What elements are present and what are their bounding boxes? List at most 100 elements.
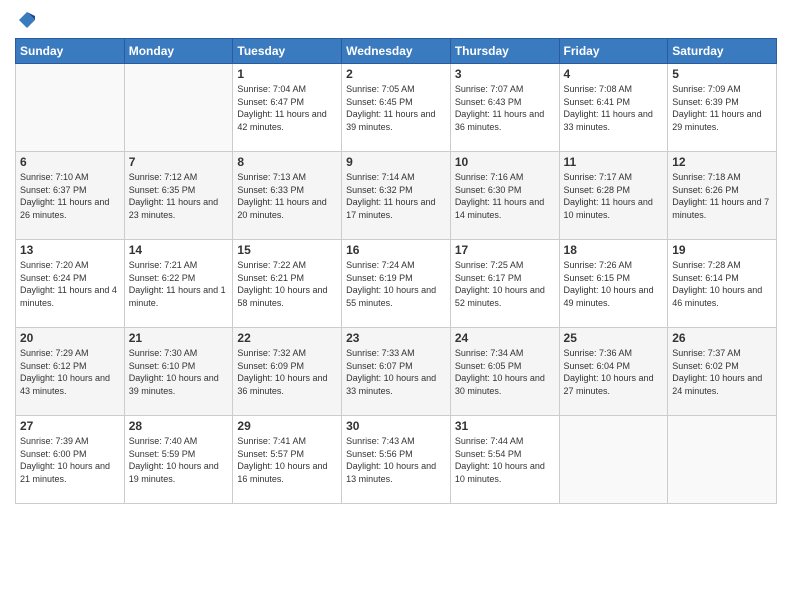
day-number: 13 [20,243,120,257]
calendar-cell [559,416,668,504]
day-number: 30 [346,419,446,433]
day-number: 29 [237,419,337,433]
day-info: Sunrise: 7:10 AM Sunset: 6:37 PM Dayligh… [20,171,120,221]
day-number: 28 [129,419,229,433]
day-info: Sunrise: 7:32 AM Sunset: 6:09 PM Dayligh… [237,347,337,397]
calendar-cell: 28 Sunrise: 7:40 AM Sunset: 5:59 PM Dayli… [124,416,233,504]
day-header-wednesday: Wednesday [342,39,451,64]
calendar-cell: 3 Sunrise: 7:07 AM Sunset: 6:43 PM Daylig… [450,64,559,152]
calendar-cell: 20Sunrise: 7:29 AM Sunset: 6:12 PM Dayli… [16,328,125,416]
calendar-cell: 4 Sunrise: 7:08 AM Sunset: 6:41 PM Daylig… [559,64,668,152]
calendar-cell [668,416,777,504]
day-number: 21 [129,331,229,345]
day-number: 18 [564,243,664,257]
week-row-3: 13 Sunrise: 7:20 AM Sunset: 6:24 PM Dayli… [16,240,777,328]
day-number: 11 [564,155,664,169]
day-number: 4 [564,67,664,81]
day-header-monday: Monday [124,39,233,64]
calendar-cell: 15Sunrise: 7:22 AM Sunset: 6:21 PM Dayli… [233,240,342,328]
calendar-cell: 1Sunrise: 7:04 AM Sunset: 6:47 PM Daylig… [233,64,342,152]
day-number: 3 [455,67,555,81]
calendar-cell: 6 Sunrise: 7:10 AM Sunset: 6:37 PM Daylig… [16,152,125,240]
calendar-cell: 9Sunrise: 7:14 AM Sunset: 6:32 PM Daylig… [342,152,451,240]
calendar-cell: 25 Sunrise: 7:36 AM Sunset: 6:04 PM Dayli… [559,328,668,416]
days-header-row: SundayMondayTuesdayWednesdayThursdayFrid… [16,39,777,64]
day-header-saturday: Saturday [668,39,777,64]
calendar-cell: 26Sunrise: 7:37 AM Sunset: 6:02 PM Dayli… [668,328,777,416]
day-info: Sunrise: 7:18 AM Sunset: 6:26 PM Dayligh… [672,171,772,221]
week-row-2: 6 Sunrise: 7:10 AM Sunset: 6:37 PM Daylig… [16,152,777,240]
day-info: Sunrise: 7:14 AM Sunset: 6:32 PM Dayligh… [346,171,446,221]
week-row-1: 1Sunrise: 7:04 AM Sunset: 6:47 PM Daylig… [16,64,777,152]
calendar-cell: 11 Sunrise: 7:17 AM Sunset: 6:28 PM Dayli… [559,152,668,240]
day-number: 2 [346,67,446,81]
week-row-4: 20Sunrise: 7:29 AM Sunset: 6:12 PM Dayli… [16,328,777,416]
calendar-cell: 7 Sunrise: 7:12 AM Sunset: 6:35 PM Daylig… [124,152,233,240]
day-info: Sunrise: 7:36 AM Sunset: 6:04 PM Dayligh… [564,347,664,397]
day-info: Sunrise: 7:20 AM Sunset: 6:24 PM Dayligh… [20,259,120,309]
day-info: Sunrise: 7:25 AM Sunset: 6:17 PM Dayligh… [455,259,555,309]
calendar-cell: 29 Sunrise: 7:41 AM Sunset: 5:57 PM Dayli… [233,416,342,504]
day-info: Sunrise: 7:41 AM Sunset: 5:57 PM Dayligh… [237,435,337,485]
day-number: 12 [672,155,772,169]
day-header-thursday: Thursday [450,39,559,64]
day-number: 16 [346,243,446,257]
calendar-cell: 31 Sunrise: 7:44 AM Sunset: 5:54 PM Dayli… [450,416,559,504]
day-info: Sunrise: 7:07 AM Sunset: 6:43 PM Dayligh… [455,83,555,133]
day-number: 27 [20,419,120,433]
day-number: 25 [564,331,664,345]
day-number: 5 [672,67,772,81]
calendar-cell: 23Sunrise: 7:33 AM Sunset: 6:07 PM Dayli… [342,328,451,416]
day-number: 6 [20,155,120,169]
calendar-cell: 13 Sunrise: 7:20 AM Sunset: 6:24 PM Dayli… [16,240,125,328]
day-info: Sunrise: 7:09 AM Sunset: 6:39 PM Dayligh… [672,83,772,133]
day-info: Sunrise: 7:33 AM Sunset: 6:07 PM Dayligh… [346,347,446,397]
day-number: 26 [672,331,772,345]
calendar-cell: 22 Sunrise: 7:32 AM Sunset: 6:09 PM Dayli… [233,328,342,416]
day-info: Sunrise: 7:40 AM Sunset: 5:59 PM Dayligh… [129,435,229,485]
calendar-cell [124,64,233,152]
day-number: 1 [237,67,337,81]
day-info: Sunrise: 7:05 AM Sunset: 6:45 PM Dayligh… [346,83,446,133]
day-info: Sunrise: 7:21 AM Sunset: 6:22 PM Dayligh… [129,259,229,309]
calendar-cell: 18 Sunrise: 7:26 AM Sunset: 6:15 PM Dayli… [559,240,668,328]
calendar-table: SundayMondayTuesdayWednesdayThursdayFrid… [15,38,777,504]
day-number: 24 [455,331,555,345]
day-number: 22 [237,331,337,345]
day-number: 8 [237,155,337,169]
calendar-cell: 8 Sunrise: 7:13 AM Sunset: 6:33 PM Daylig… [233,152,342,240]
day-info: Sunrise: 7:34 AM Sunset: 6:05 PM Dayligh… [455,347,555,397]
day-info: Sunrise: 7:29 AM Sunset: 6:12 PM Dayligh… [20,347,120,397]
calendar-cell: 12 Sunrise: 7:18 AM Sunset: 6:26 PM Dayli… [668,152,777,240]
day-number: 31 [455,419,555,433]
day-info: Sunrise: 7:30 AM Sunset: 6:10 PM Dayligh… [129,347,229,397]
calendar-cell [16,64,125,152]
day-info: Sunrise: 7:16 AM Sunset: 6:30 PM Dayligh… [455,171,555,221]
calendar-cell: 5 Sunrise: 7:09 AM Sunset: 6:39 PM Daylig… [668,64,777,152]
calendar-cell: 14Sunrise: 7:21 AM Sunset: 6:22 PM Dayli… [124,240,233,328]
day-info: Sunrise: 7:13 AM Sunset: 6:33 PM Dayligh… [237,171,337,221]
day-info: Sunrise: 7:12 AM Sunset: 6:35 PM Dayligh… [129,171,229,221]
day-info: Sunrise: 7:44 AM Sunset: 5:54 PM Dayligh… [455,435,555,485]
day-header-friday: Friday [559,39,668,64]
calendar-cell: 24 Sunrise: 7:34 AM Sunset: 6:05 PM Dayli… [450,328,559,416]
calendar-cell: 21 Sunrise: 7:30 AM Sunset: 6:10 PM Dayli… [124,328,233,416]
day-info: Sunrise: 7:26 AM Sunset: 6:15 PM Dayligh… [564,259,664,309]
week-row-5: 27Sunrise: 7:39 AM Sunset: 6:00 PM Dayli… [16,416,777,504]
day-number: 15 [237,243,337,257]
calendar-cell: 2 Sunrise: 7:05 AM Sunset: 6:45 PM Daylig… [342,64,451,152]
day-header-sunday: Sunday [16,39,125,64]
day-info: Sunrise: 7:08 AM Sunset: 6:41 PM Dayligh… [564,83,664,133]
day-info: Sunrise: 7:17 AM Sunset: 6:28 PM Dayligh… [564,171,664,221]
day-number: 7 [129,155,229,169]
day-info: Sunrise: 7:43 AM Sunset: 5:56 PM Dayligh… [346,435,446,485]
calendar-cell: 16Sunrise: 7:24 AM Sunset: 6:19 PM Dayli… [342,240,451,328]
calendar-cell: 27Sunrise: 7:39 AM Sunset: 6:00 PM Dayli… [16,416,125,504]
calendar-cell: 19Sunrise: 7:28 AM Sunset: 6:14 PM Dayli… [668,240,777,328]
logo [15,10,37,30]
day-number: 10 [455,155,555,169]
calendar-container: SundayMondayTuesdayWednesdayThursdayFrid… [0,0,792,612]
day-number: 17 [455,243,555,257]
calendar-cell: 30 Sunrise: 7:43 AM Sunset: 5:56 PM Dayli… [342,416,451,504]
day-header-tuesday: Tuesday [233,39,342,64]
